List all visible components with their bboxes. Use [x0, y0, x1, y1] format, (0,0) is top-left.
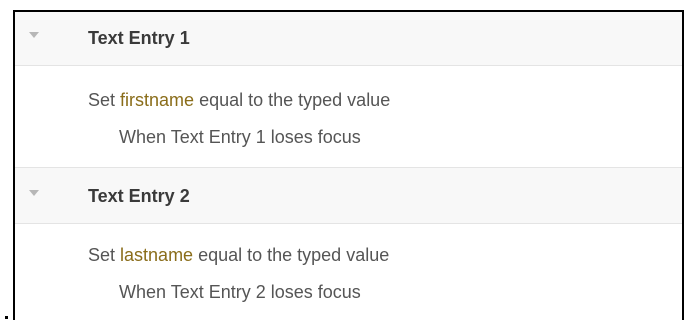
- chevron-down-icon[interactable]: [29, 190, 39, 196]
- action-text[interactable]: Set lastname equal to the typed value: [88, 245, 389, 266]
- action-text[interactable]: Set firstname equal to the typed value: [88, 90, 390, 111]
- section-title: Text Entry 2: [88, 186, 190, 206]
- action-prefix: Set: [88, 245, 121, 265]
- action-suffix: equal to the typed value: [193, 245, 390, 265]
- variable-name[interactable]: lastname: [120, 245, 193, 265]
- section-title: Text Entry 1: [88, 28, 190, 48]
- section-header-text-entry-2[interactable]: Text Entry 2: [15, 167, 682, 224]
- edge-dot: [5, 316, 8, 319]
- action-suffix: equal to the typed value: [194, 90, 391, 110]
- variable-name[interactable]: firstname: [120, 90, 194, 110]
- chevron-down-icon[interactable]: [29, 32, 39, 38]
- trigger-text[interactable]: When Text Entry 2 loses focus: [119, 282, 361, 303]
- trigger-text[interactable]: When Text Entry 1 loses focus: [119, 127, 361, 148]
- action-prefix: Set: [88, 90, 121, 110]
- section-header-text-entry-1[interactable]: Text Entry 1: [15, 12, 682, 66]
- triggers-panel: Text Entry 1 Set firstname equal to the …: [13, 10, 684, 320]
